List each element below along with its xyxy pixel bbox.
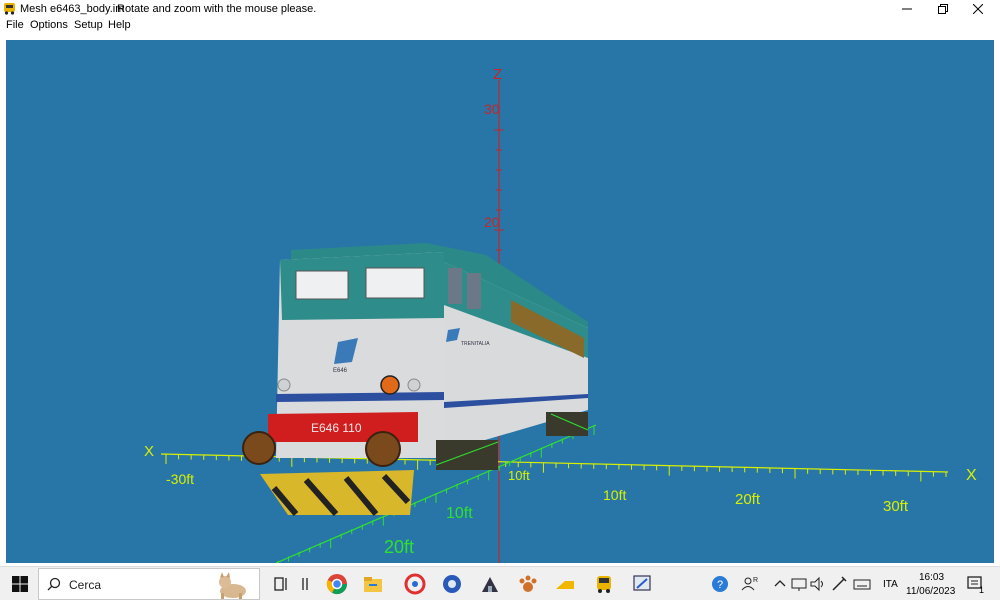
window-hint: Rotate and zoom with the mouse please. <box>117 3 317 15</box>
title-bar: Mesh e6463_body.im Rotate and zoom with … <box>0 0 1000 18</box>
z-tick-30: 30 <box>484 101 500 117</box>
x-tick-10ft-near: 10ft <box>508 468 530 483</box>
x-tick-10ft: 10ft <box>603 487 626 503</box>
brand-label: TRENITALIA <box>461 341 490 347</box>
mesh-viewport[interactable]: Z 30 20 X X -30ft 10ft 10ft 20ft 30ft 10… <box>6 40 994 563</box>
file-explorer-icon[interactable] <box>361 572 385 596</box>
close-button[interactable] <box>955 0 1000 18</box>
language-indicator[interactable]: ITA <box>883 579 898 590</box>
red-swirl-app-icon[interactable] <box>403 572 427 596</box>
restore-icon <box>938 4 948 14</box>
x-axis-label-right: X <box>966 467 977 484</box>
menu-bar: File Options Setup Help <box>0 18 1000 34</box>
z-tick-20: 20 <box>484 214 500 230</box>
pen-icon[interactable] <box>827 572 851 596</box>
taskbar: Cerca ? R ITA 16:03 11/06/2023 1 <box>0 566 1000 600</box>
scene-canvas: Z 30 20 X X -30ft 10ft 10ft 20ft 30ft 10… <box>144 66 977 563</box>
taskbar-search-box[interactable]: Cerca <box>38 568 260 600</box>
close-icon <box>973 4 983 14</box>
front-number-label: E646 110 <box>311 421 362 435</box>
z-axis-label: Z <box>493 66 502 83</box>
help-tray-icon[interactable]: ? <box>708 572 732 596</box>
windows-start-icon[interactable] <box>8 572 32 596</box>
people-icon[interactable]: R <box>738 572 762 596</box>
blue-circle-app-icon[interactable] <box>440 572 464 596</box>
dark-house-app-icon[interactable] <box>478 572 502 596</box>
keyboard-icon[interactable] <box>850 572 874 596</box>
chrome-icon[interactable] <box>325 572 349 596</box>
y-tick-20ft: 20ft <box>384 537 414 557</box>
menu-file[interactable]: File <box>6 19 24 31</box>
y-tick-10ft: 10ft <box>446 505 473 522</box>
window-title: Mesh e6463_body.im <box>20 3 125 15</box>
locomotive-mesh: E646 TRENITALIA E646 110 <box>242 243 589 516</box>
train-app-icon[interactable] <box>592 572 616 596</box>
minimize-icon <box>902 8 912 10</box>
clock-date[interactable]: 11/06/2023 <box>906 586 955 597</box>
notification-count: 1 <box>979 585 985 595</box>
clock-time[interactable]: 16:03 <box>919 572 944 583</box>
editor-app-icon[interactable] <box>630 572 654 596</box>
x-tick-20ft: 20ft <box>735 491 761 508</box>
cat-illustration-icon <box>219 572 246 599</box>
menu-options[interactable]: Options <box>30 19 68 31</box>
paw-app-icon[interactable] <box>516 572 540 596</box>
svg-text:?: ? <box>717 579 723 591</box>
yellow-wedge-app-icon[interactable] <box>553 572 577 596</box>
x-tick-minus-30ft: -30ft <box>166 471 194 487</box>
taskbar-divider-icon <box>302 578 308 590</box>
x-axis-label-left: X <box>144 443 154 460</box>
side-number-label: E646 <box>333 368 348 374</box>
search-icon <box>47 577 61 591</box>
menu-help[interactable]: Help <box>108 19 131 31</box>
locomotive-app-icon <box>4 3 15 15</box>
svg-text:R: R <box>753 577 758 584</box>
menu-setup[interactable]: Setup <box>74 19 103 31</box>
task-view-icon[interactable] <box>270 572 294 596</box>
search-placeholder: Cerca <box>69 578 102 592</box>
x-tick-30ft: 30ft <box>883 498 909 515</box>
